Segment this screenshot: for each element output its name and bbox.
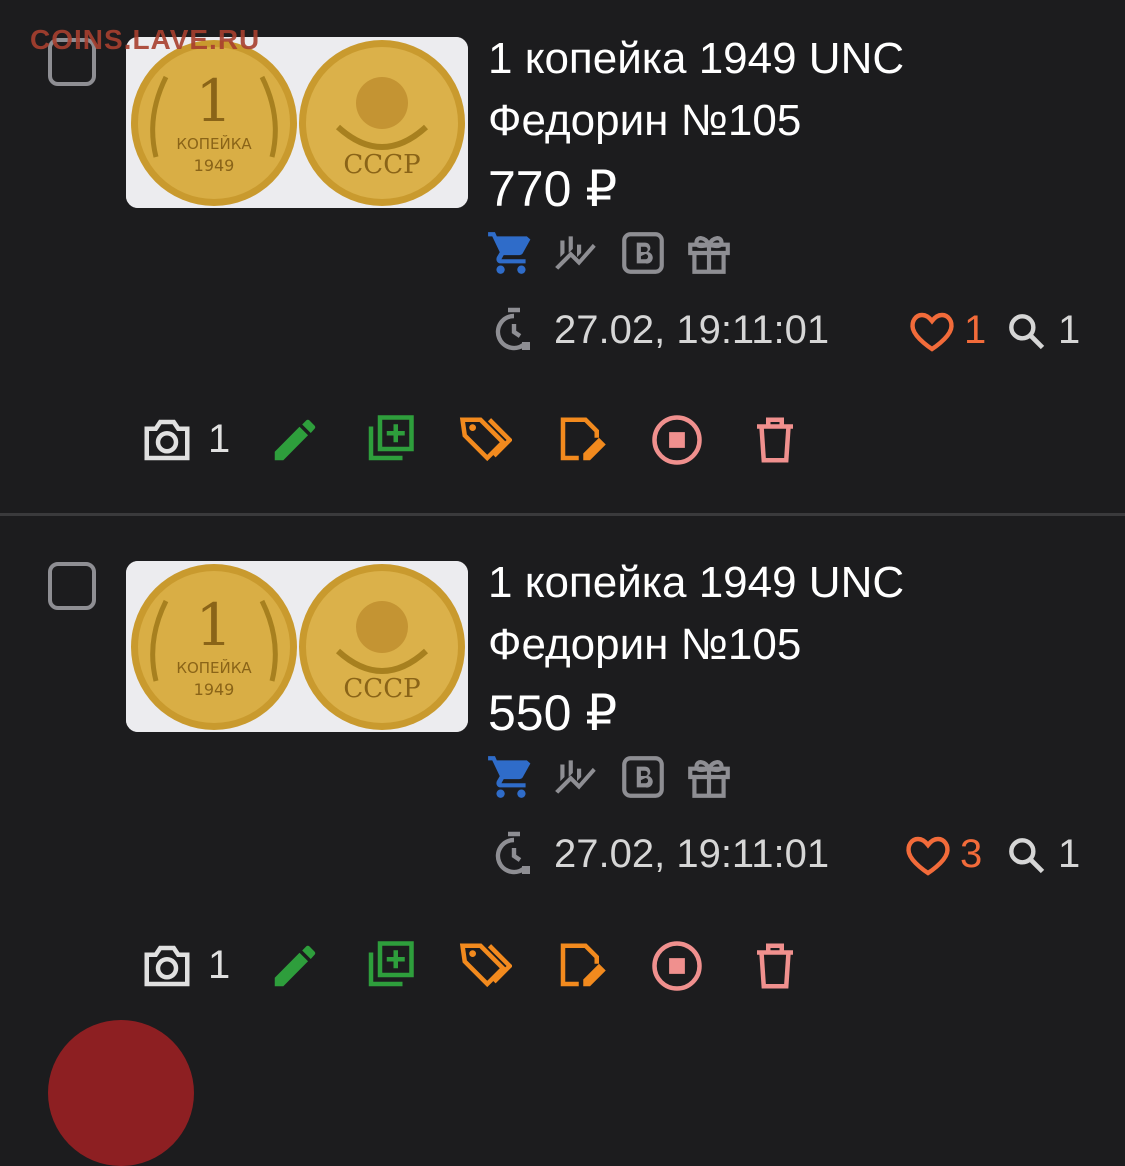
listing-card[interactable]: 1 КОПЕЙКА 1949 СССР 1 копейка 1949 UNC Ф… — [0, 516, 1125, 1044]
tags-icon[interactable] — [458, 413, 512, 467]
edit-note-icon[interactable] — [554, 939, 608, 993]
gift-icon[interactable] — [684, 228, 734, 278]
cart-icon[interactable] — [486, 228, 536, 278]
add-copy-icon[interactable] — [362, 413, 416, 467]
listing-price: 770 ₽ — [488, 161, 618, 217]
edit-icon[interactable] — [268, 413, 322, 467]
feature-icons — [486, 752, 734, 804]
gift-icon[interactable] — [684, 752, 734, 802]
coin-year: 1949 — [194, 680, 235, 699]
camera-icon[interactable] — [140, 939, 194, 993]
cart-icon[interactable] — [486, 752, 536, 802]
edit-note-icon[interactable] — [554, 413, 608, 467]
camera-icon[interactable] — [140, 413, 194, 467]
search-icon — [1009, 313, 1045, 349]
listing-price: 550 ₽ — [488, 685, 618, 741]
views-counter: 1 — [1004, 308, 1080, 353]
chart-icon[interactable] — [552, 752, 602, 802]
views-count: 1 — [1058, 832, 1081, 876]
coin-country: СССР — [343, 674, 420, 704]
timer-icon — [495, 831, 530, 875]
heart-icon[interactable] — [904, 833, 952, 877]
listing-title[interactable]: 1 копейка 1949 UNC Федорин №105 — [488, 552, 1088, 676]
coin-denomination: 1 — [196, 591, 233, 659]
chart-icon[interactable] — [552, 228, 602, 278]
views-counter: 1 — [1004, 832, 1080, 877]
likes-count: 1 — [964, 308, 987, 352]
tags-icon[interactable] — [458, 939, 512, 993]
feature-icons — [486, 228, 734, 280]
likes-count: 3 — [960, 832, 983, 876]
coin-year: 1949 — [194, 156, 235, 175]
search-icon — [1009, 837, 1045, 873]
add-copy-icon[interactable] — [362, 939, 416, 993]
watermark: COINS.LAVE.RU — [30, 24, 261, 55]
coin-word: КОПЕЙКА — [176, 134, 252, 153]
listing-card[interactable]: 1 КОПЕЙКА 1949 СССР 1 копейка 1949 UNC Ф… — [0, 0, 1125, 514]
coin-photo[interactable]: 1 КОПЕЙКА 1949 СССР — [126, 37, 468, 208]
likes-counter[interactable]: 3 — [904, 832, 982, 877]
select-checkbox[interactable] — [48, 562, 96, 610]
heart-icon[interactable] — [908, 309, 956, 353]
listing-time: 27.02, 19:11:01 — [554, 308, 830, 352]
stop-icon[interactable] — [650, 939, 704, 993]
floating-action-button[interactable] — [48, 1020, 194, 1166]
listing-time: 27.02, 19:11:01 — [554, 832, 830, 876]
timer-icon — [495, 307, 530, 351]
coin-word: КОПЕЙКА — [176, 658, 252, 677]
views-count: 1 — [1058, 308, 1081, 352]
b-badge-icon[interactable] — [618, 228, 668, 278]
coin-denomination: 1 — [196, 67, 233, 135]
meta-row: 27.02, 19:11:01 3 1 — [490, 830, 1090, 882]
delete-icon[interactable] — [748, 939, 802, 993]
listing-title[interactable]: 1 копейка 1949 UNC Федорин №105 — [488, 28, 1088, 152]
meta-row: 27.02, 19:11:01 1 1 — [490, 306, 1090, 358]
edit-icon[interactable] — [268, 939, 322, 993]
coin-photo[interactable]: 1 КОПЕЙКА 1949 СССР — [126, 561, 468, 732]
likes-counter[interactable]: 1 — [908, 308, 986, 353]
b-badge-icon[interactable] — [618, 752, 668, 802]
photo-count: 1 — [208, 943, 231, 987]
delete-icon[interactable] — [748, 413, 802, 467]
photo-count: 1 — [208, 417, 231, 461]
stop-icon[interactable] — [650, 413, 704, 467]
coin-country: СССР — [343, 150, 420, 180]
